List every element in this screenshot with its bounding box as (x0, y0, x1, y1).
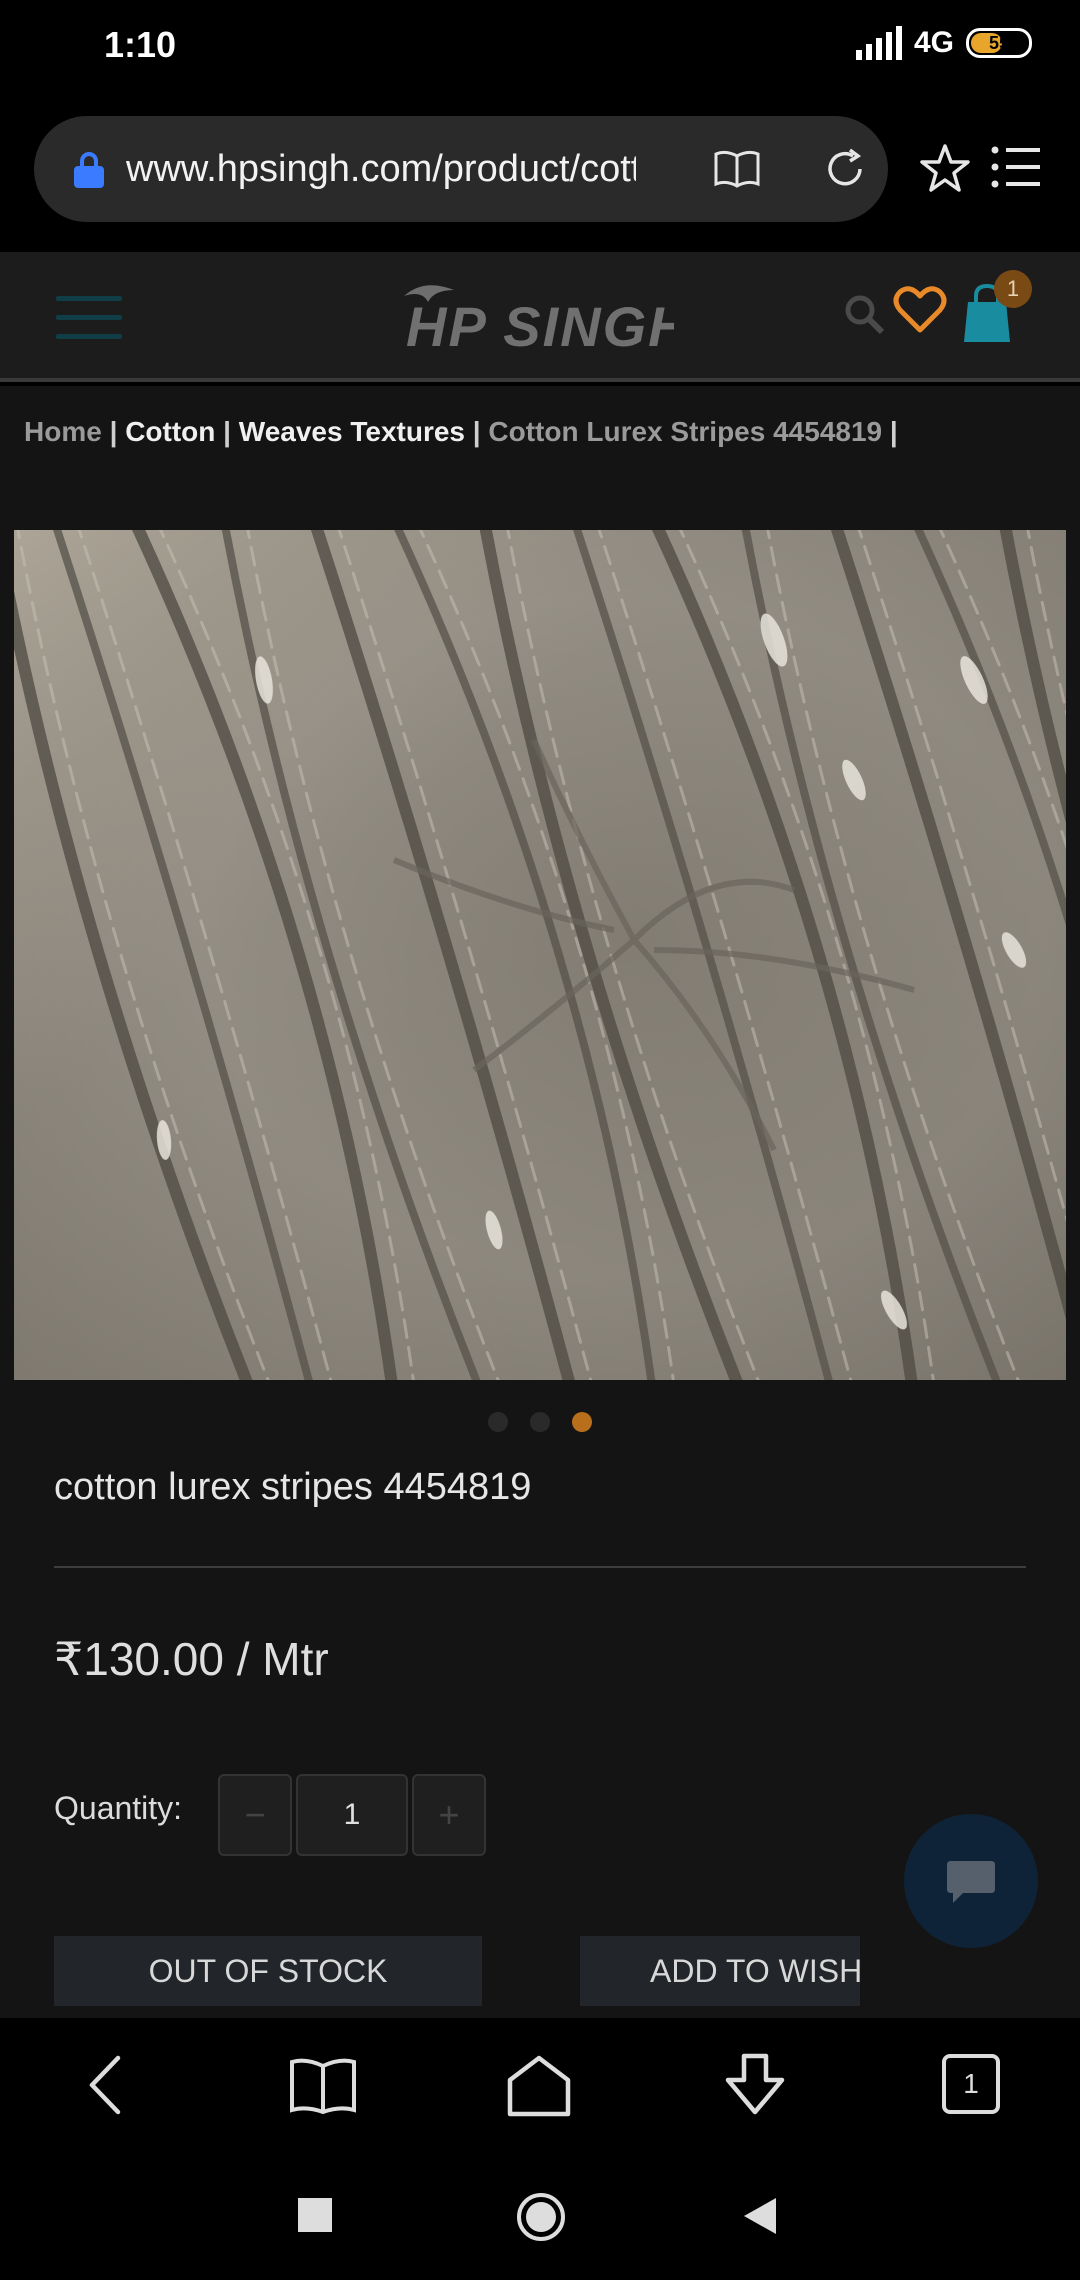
product-price: ₹130.00 / Mtr (54, 1633, 329, 1685)
status-indicators: 4G 55 (855, 26, 1032, 60)
browser-menu-icon[interactable] (990, 144, 1042, 190)
out-of-stock-button[interactable]: OUT OF STOCK (54, 1936, 482, 2006)
breadcrumb-separator: | (223, 416, 232, 447)
quantity-label: Quantity: (54, 1790, 183, 1826)
url-text[interactable]: www.hpsingh.com/product/cotton-lurex-str… (126, 148, 636, 191)
carousel-dot[interactable] (572, 1412, 592, 1432)
hamburger-menu-icon[interactable] (56, 296, 122, 342)
breadcrumb-cotton[interactable]: Cotton (125, 416, 215, 447)
quantity-decrease-button[interactable]: − (218, 1774, 292, 1856)
svg-text:HP SINGH: HP SINGH (406, 295, 674, 358)
battery-icon: 55 (966, 28, 1032, 58)
breadcrumb: Home | Cotton | Weaves Textures | Cotton… (24, 416, 898, 448)
status-time: 1:10 (104, 24, 177, 65)
carousel-dot[interactable] (530, 1412, 550, 1432)
home-circle-icon[interactable] (516, 2192, 566, 2242)
network-type: 4G (913, 26, 954, 59)
wishlist-heart-icon[interactable] (892, 284, 948, 336)
breadcrumb-separator: | (889, 416, 898, 447)
download-icon[interactable] (720, 2050, 790, 2120)
breadcrumb-separator: | (472, 416, 481, 447)
quantity-increase-button[interactable]: + (412, 1774, 486, 1856)
battery-level: 55 (988, 32, 1010, 53)
quantity-input[interactable]: 1 (296, 1774, 408, 1856)
add-to-wishlist-button[interactable]: ADD TO WISHLIST (580, 1936, 860, 2006)
bookmarks-book-icon[interactable] (288, 2050, 358, 2120)
signal-icon (855, 26, 902, 60)
browser-bottom-nav: 1 (0, 2018, 1080, 2152)
cart-count-badge: 1 (994, 270, 1032, 308)
chat-button[interactable] (904, 1814, 1038, 1948)
system-navigation-bar (0, 2152, 1080, 2280)
product-page: Home | Cotton | Weaves Textures | Cotton… (0, 386, 1080, 2018)
reader-mode-icon[interactable] (712, 144, 762, 194)
address-bar[interactable]: www.hpsingh.com/product/cotton-lurex-str… (34, 116, 888, 222)
browser-toolbar: www.hpsingh.com/product/cotton-lurex-str… (0, 96, 1080, 252)
hp-singh-logo[interactable]: HP SINGH (394, 276, 674, 360)
breadcrumb-separator: | (109, 416, 118, 447)
status-bar: 1:10 4G 55 (0, 0, 1080, 96)
carousel-dots (488, 1412, 592, 1432)
divider (54, 1566, 1026, 1568)
search-icon[interactable] (842, 292, 886, 336)
breadcrumb-current: Cotton Lurex Stripes 4454819 (488, 416, 883, 447)
breadcrumb-home[interactable]: Home (24, 416, 102, 447)
chat-bubble-icon (947, 1861, 995, 1903)
site-header: HP SINGH 1 (0, 252, 1080, 382)
breadcrumb-weaves-textures[interactable]: Weaves Textures (239, 416, 465, 447)
product-title: cotton lurex stripes 4454819 (54, 1466, 532, 1508)
recents-square-icon[interactable] (298, 2198, 332, 2232)
carousel-dot[interactable] (488, 1412, 508, 1432)
back-triangle-icon[interactable] (742, 2196, 778, 2236)
tabs-count-button[interactable]: 1 (942, 2054, 1000, 2114)
product-image[interactable] (14, 530, 1066, 1380)
reload-icon[interactable] (820, 144, 870, 194)
home-icon[interactable] (504, 2050, 574, 2120)
lock-icon[interactable] (74, 152, 104, 188)
bookmark-star-icon[interactable] (918, 142, 972, 196)
back-arrow-icon[interactable] (72, 2050, 142, 2120)
